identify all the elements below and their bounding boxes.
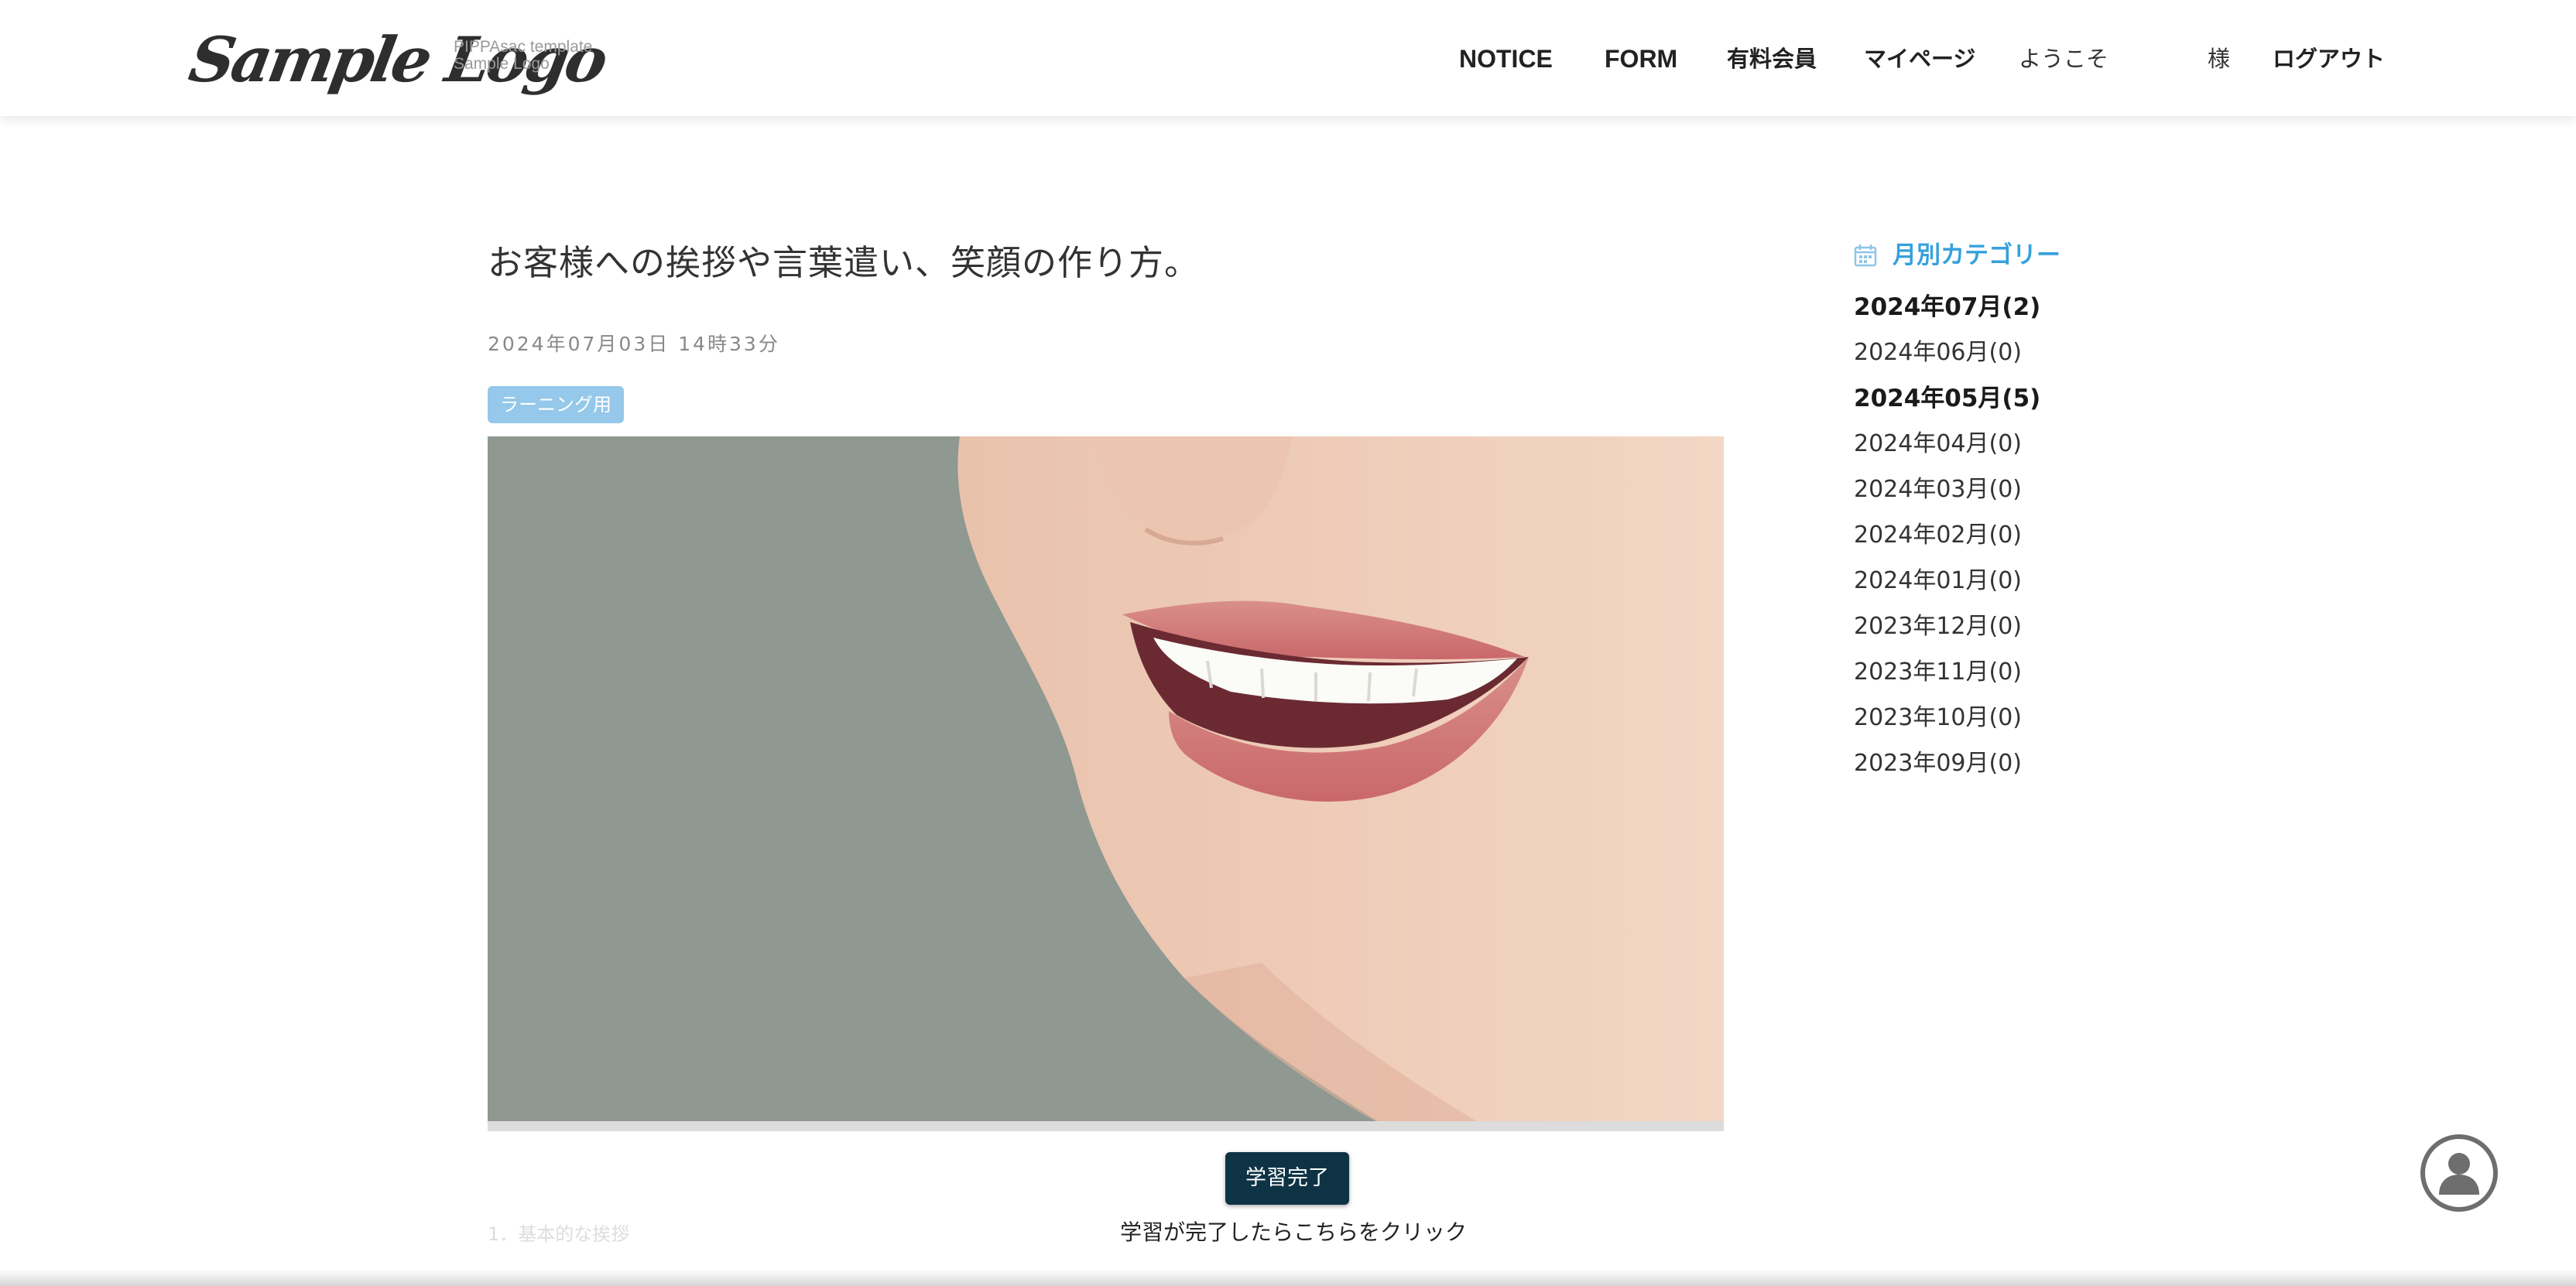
month-link[interactable]: 2024年05月(5)	[1854, 379, 2040, 425]
month-link[interactable]: 2024年02月(0)	[1854, 516, 2040, 562]
nav-welcome-text: ようこそ	[2019, 46, 2109, 72]
month-link[interactable]: 2023年12月(0)	[1854, 607, 2040, 653]
month-link[interactable]: 2024年06月(0)	[1854, 333, 2040, 379]
nav-sama-text: 様	[2208, 46, 2231, 72]
main-nav: NOTICE FORM 有料会員 マイページ ようこそ 様 ログアウト	[0, 0, 2576, 116]
image-bottom-bar	[488, 1121, 1724, 1131]
learning-complete-button[interactable]: 学習完了	[1225, 1152, 1349, 1205]
user-avatar-icon	[2439, 1153, 2479, 1195]
month-archive-list: 2024年07月(2) 2024年06月(0) 2024年05月(5) 2024…	[1854, 288, 2040, 790]
month-link[interactable]: 2024年03月(0)	[1854, 470, 2040, 516]
month-link[interactable]: 2024年01月(0)	[1854, 562, 2040, 607]
calendar-icon	[1854, 245, 1877, 267]
section-heading: 1．基本的な挨拶	[488, 1223, 630, 1245]
month-link[interactable]: 2023年10月(0)	[1854, 699, 2040, 744]
month-link[interactable]: 2024年07月(2)	[1854, 288, 2040, 333]
learning-complete-hint: 学習が完了したらこちらをクリック	[1120, 1219, 1468, 1245]
nav-form[interactable]: FORM	[1605, 43, 1677, 74]
nav-notice[interactable]: NOTICE	[1459, 43, 1553, 74]
month-link[interactable]: 2023年09月(0)	[1854, 744, 2040, 790]
smiling-mouth-photo	[488, 436, 1724, 1131]
bottom-edge-shadow	[0, 1269, 2576, 1286]
user-avatar-button[interactable]	[2420, 1134, 2498, 1212]
month-link[interactable]: 2024年04月(0)	[1854, 425, 2040, 470]
article-title: お客様への挨拶や言葉遣い、笑顔の作り方。	[488, 242, 1201, 283]
nav-logout[interactable]: ログアウト	[2273, 43, 2385, 74]
nav-paid-member[interactable]: 有料会員	[1727, 43, 1817, 74]
article-hero-image	[488, 436, 1724, 1131]
category-tag[interactable]: ラーニング用	[488, 386, 624, 423]
month-link[interactable]: 2023年11月(0)	[1854, 653, 2040, 699]
nav-my-page[interactable]: マイページ	[1864, 43, 1975, 74]
site-header: Sample Logo PIPPAsac template Sample Log…	[0, 0, 2576, 116]
monthly-category-label: 月別カテゴリー	[1893, 241, 2060, 269]
article-date: 2024年07月03日 14時33分	[488, 333, 780, 355]
